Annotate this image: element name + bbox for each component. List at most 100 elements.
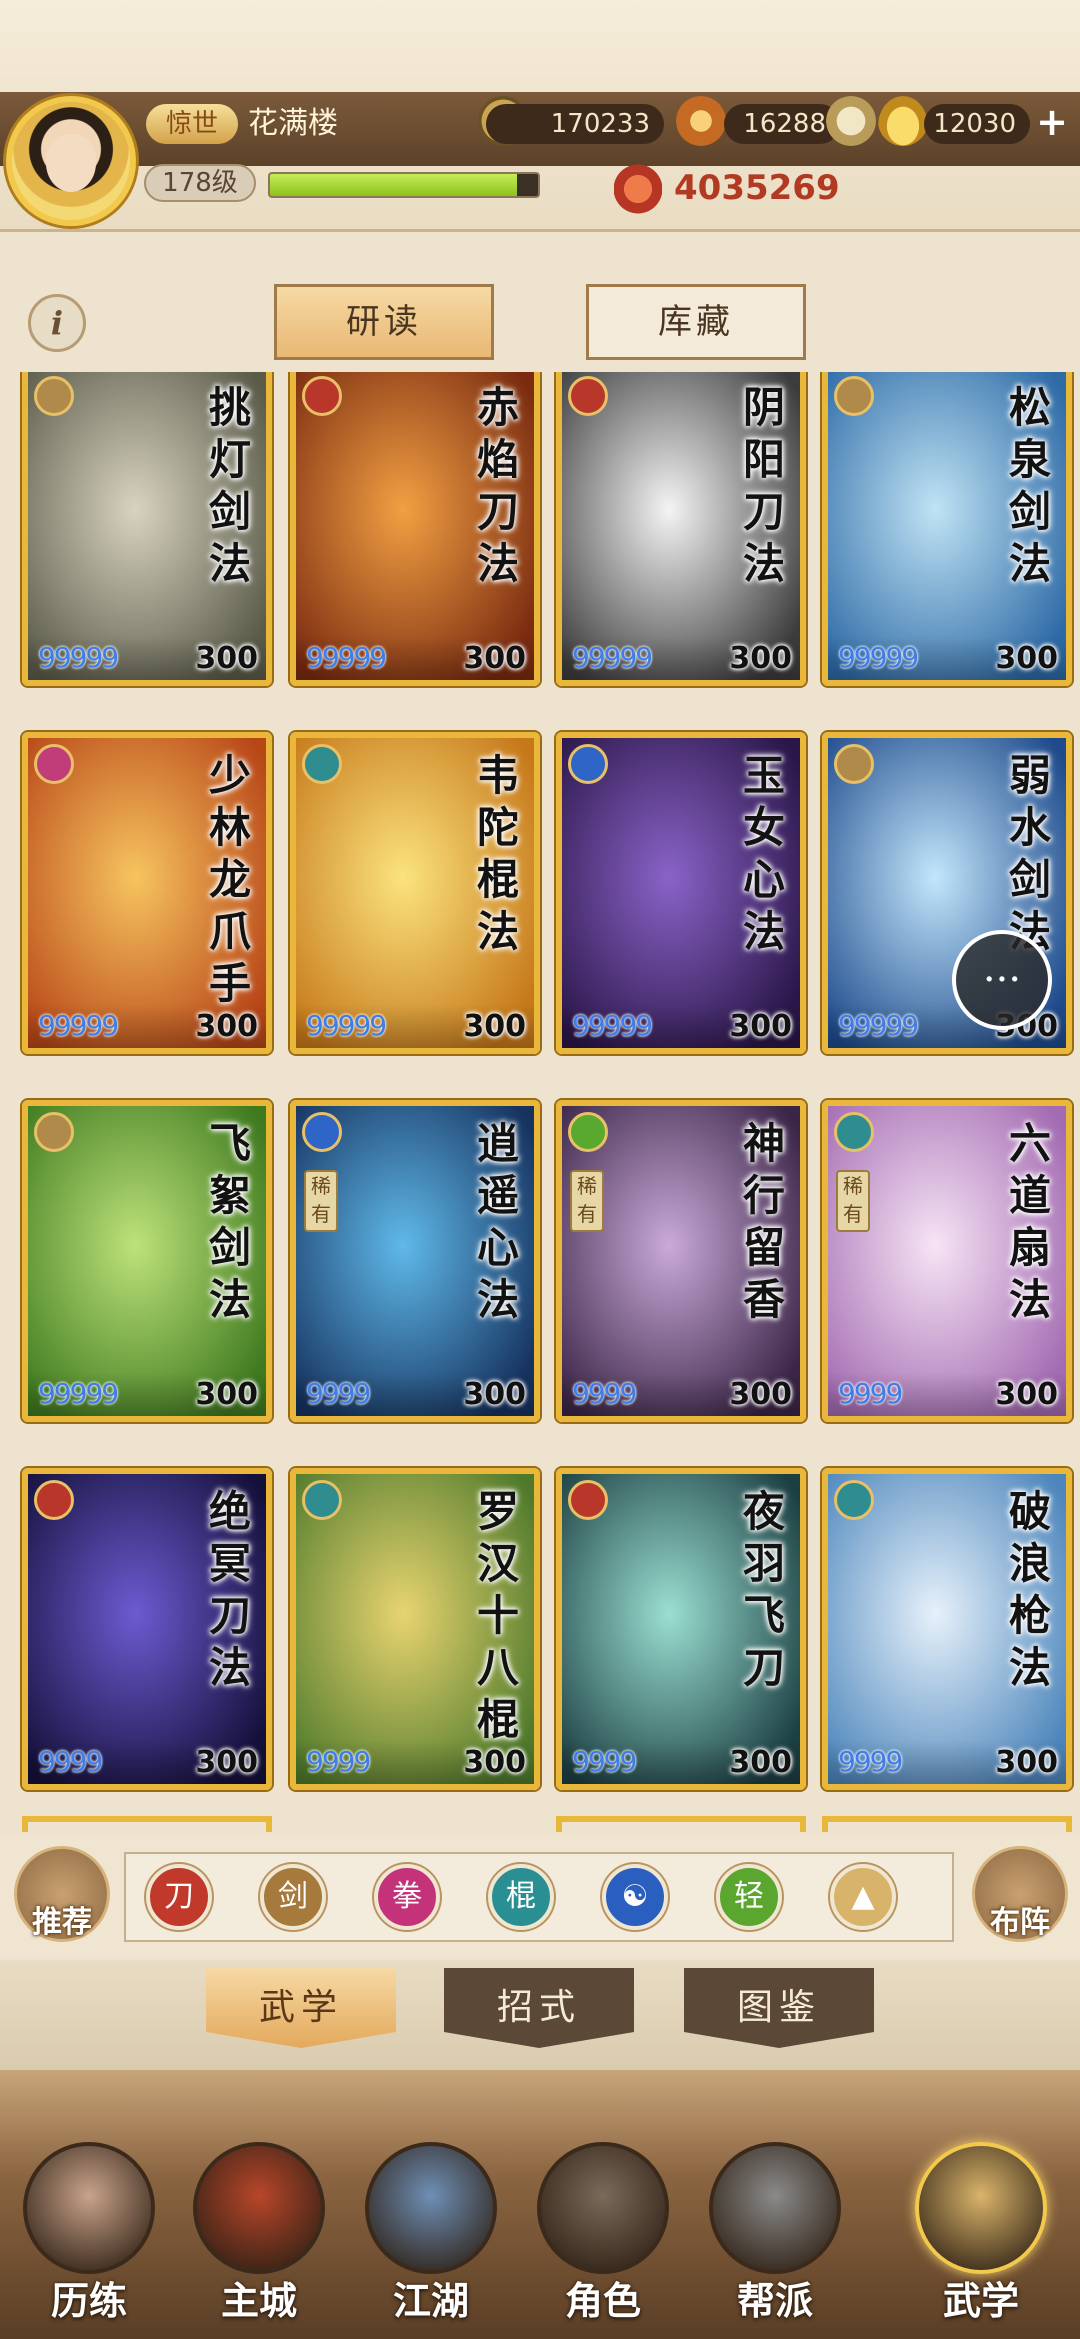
card-name: 夜羽飞刀 — [742, 1487, 785, 1692]
staff-filter-icon[interactable]: 棍 — [488, 1864, 554, 1930]
martial-arts-icon — [915, 2142, 1047, 2274]
sword-filter-icon[interactable]: 剑 — [260, 1864, 326, 1930]
martial-art-card[interactable]: 挑灯剑法 99999 300 — [22, 372, 272, 686]
card-count: 300 — [463, 1745, 526, 1780]
card-name: 韦陀棍法 — [476, 751, 519, 956]
nav-label: 历练 — [50, 2278, 127, 2323]
gold-ingot-icon — [878, 96, 928, 146]
light-filter-icon[interactable]: 轻 — [716, 1864, 782, 1930]
nav-item-martial-arts[interactable]: 武学 — [906, 2142, 1056, 2323]
combat-power-icon — [614, 164, 662, 214]
martial-art-card[interactable]: 阴阳刀法 99999 300 — [556, 372, 806, 686]
martial-art-card[interactable]: 赤焰刀法 99999 300 — [290, 372, 540, 686]
player-level: 178级 — [144, 164, 256, 202]
fan-type-icon — [834, 1112, 874, 1152]
info-button[interactable]: i — [28, 294, 86, 352]
rare-badge: 稀有 — [836, 1170, 870, 1232]
tab-martial-arts[interactable]: 武学 — [206, 1968, 396, 2048]
star-rating: 9999 — [572, 1745, 637, 1778]
nav-label: 主城 — [220, 2278, 297, 2323]
nav-label: 武学 — [942, 2278, 1019, 2323]
card-count: 300 — [463, 641, 526, 676]
player-avatar[interactable] — [6, 96, 136, 226]
tab-storage[interactable]: 库藏 — [586, 284, 806, 360]
nav-item-training[interactable]: 历练 — [14, 2142, 164, 2323]
card-count: 300 — [729, 1377, 792, 1412]
inner-type-icon — [568, 744, 608, 784]
martial-art-card[interactable]: 罗汉十八棍 9999 300 — [290, 1468, 540, 1790]
card-count: 300 — [463, 1377, 526, 1412]
martial-arts-grid: 挑灯剑法 99999 300 赤焰刀法 99999 300 阴阳刀法 99999 300 松泉剑法… — [0, 372, 1080, 1832]
star-rating: 99999 — [306, 641, 387, 674]
martial-art-card[interactable]: 玉女心法 99999 300 — [556, 732, 806, 1054]
blade-filter-icon[interactable]: 刀 — [146, 1864, 212, 1930]
rare-badge: 稀有 — [570, 1170, 604, 1232]
martial-art-card[interactable]: 稀有 逍遥心法 9999 300 — [290, 1100, 540, 1422]
city-icon — [193, 2142, 325, 2274]
inner-type-icon — [302, 1112, 342, 1152]
card-name: 六道扇法 — [1008, 1119, 1051, 1324]
card-count: 300 — [995, 641, 1058, 676]
fist-filter-icon[interactable]: 拳 — [374, 1864, 440, 1930]
star-rating: 99999 — [38, 1009, 119, 1042]
martial-art-card[interactable]: 稀有 六道扇法 9999 300 — [822, 1100, 1072, 1422]
card-name: 挑灯剑法 — [208, 383, 251, 588]
card-name: 弱水剑法 — [1008, 751, 1051, 956]
star-rating: 9999 — [572, 1377, 637, 1410]
tab-moves[interactable]: 招式 — [444, 1968, 634, 2048]
card-name: 绝冥刀法 — [208, 1487, 251, 1692]
combat-power-value: 4035269 — [674, 168, 840, 208]
martial-art-card[interactable]: 韦陀棍法 99999 300 — [290, 732, 540, 1054]
inner-filter-icon[interactable]: ☯ — [602, 1864, 668, 1930]
martial-art-card[interactable]: 夜羽飞刀 9999 300 — [556, 1468, 806, 1790]
star-rating: 9999 — [306, 1745, 371, 1778]
collapse-filter-icon[interactable]: ▲ — [830, 1864, 896, 1930]
card-count: 300 — [729, 1009, 792, 1044]
player-name: 花满楼 — [248, 106, 338, 141]
filter-track: 刀剑拳棍 ☯ 轻 ▲ — [124, 1852, 954, 1942]
card-name: 飞絮剑法 — [208, 1119, 251, 1324]
card-name: 破浪枪法 — [1008, 1487, 1051, 1692]
blade-type-icon — [568, 376, 608, 416]
card-count: 300 — [729, 641, 792, 676]
star-rating: 99999 — [306, 1009, 387, 1042]
tab-codex[interactable]: 图鉴 — [684, 1968, 874, 2048]
martial-art-card[interactable]: 稀有 神行留香 9999 300 — [556, 1100, 806, 1422]
martial-art-card[interactable]: 绝冥刀法 9999 300 — [22, 1468, 272, 1790]
gold-ingot-value: 12030 — [924, 104, 1030, 144]
recommend-label: 推荐 — [32, 1905, 92, 1940]
character-icon — [537, 2142, 669, 2274]
nav-item-jianghu[interactable]: 江湖 — [356, 2142, 506, 2323]
formation-button[interactable]: 布阵 — [972, 1846, 1068, 1942]
card-name: 松泉剑法 — [1008, 383, 1051, 588]
martial-art-card[interactable]: 少林龙爪手 99999 300 — [22, 732, 272, 1054]
jianghu-icon — [365, 2142, 497, 2274]
add-currency-button[interactable]: + — [1032, 102, 1072, 142]
fan-type-icon — [834, 1480, 874, 1520]
gold-ore-icon — [676, 96, 726, 146]
star-rating: 9999 — [838, 1377, 903, 1410]
star-rating: 9999 — [306, 1377, 371, 1410]
recommend-button[interactable]: 推荐 — [14, 1846, 110, 1942]
star-rating: 9999 — [838, 1745, 903, 1778]
training-icon — [23, 2142, 155, 2274]
fist-type-icon — [34, 744, 74, 784]
martial-art-card[interactable]: 破浪枪法 9999 300 — [822, 1468, 1072, 1790]
avatar-face — [46, 134, 96, 192]
blade-type-icon — [34, 1480, 74, 1520]
nav-item-character[interactable]: 角色 — [528, 2142, 678, 2323]
tab-study[interactable]: 研读 — [274, 284, 494, 360]
nav-item-city[interactable]: 主城 — [184, 2142, 334, 2323]
filter-bar: 推荐 刀剑拳棍 ☯ 轻 ▲ 布阵 — [0, 1836, 1080, 1956]
chat-bubble-button[interactable]: ··· — [952, 930, 1052, 1030]
martial-art-card[interactable]: 松泉剑法 99999 300 — [822, 372, 1072, 686]
guild-icon — [709, 2142, 841, 2274]
nav-item-guild[interactable]: 帮派 — [700, 2142, 850, 2323]
card-name: 少林龙爪手 — [208, 751, 251, 1008]
star-rating: 99999 — [572, 641, 653, 674]
formation-label: 布阵 — [990, 1905, 1050, 1940]
star-rating: 99999 — [838, 1009, 919, 1042]
star-rating: 99999 — [572, 1009, 653, 1042]
martial-art-card[interactable]: 飞絮剑法 99999 300 — [22, 1100, 272, 1422]
card-partial — [822, 1816, 1072, 1832]
